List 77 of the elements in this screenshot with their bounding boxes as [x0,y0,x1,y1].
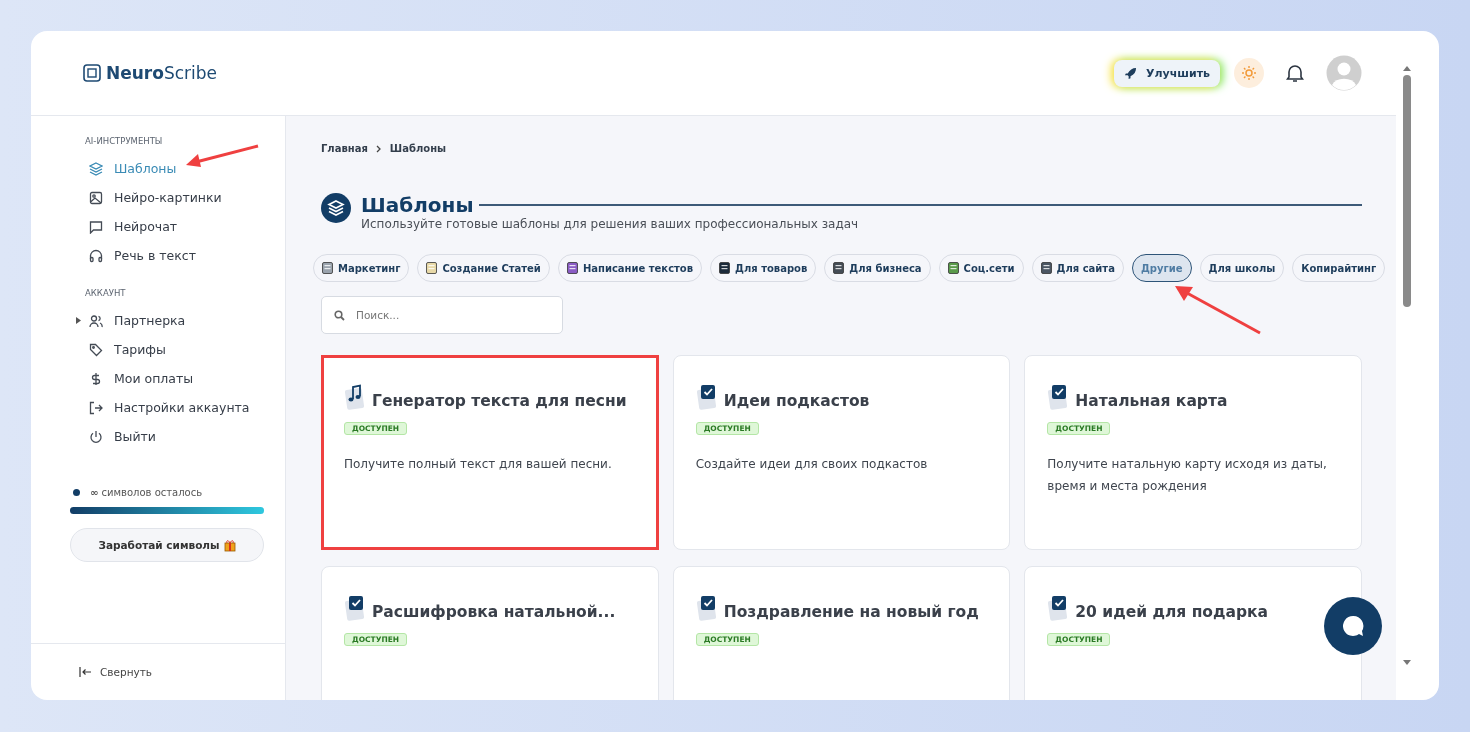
sidebar-item[interactable]: Тарифы [85,335,264,364]
search-field[interactable]: Поиск... [321,296,563,334]
category-tab[interactable]: Копирайтинг [1292,254,1386,282]
category-icon [947,262,959,274]
scroll-up-icon[interactable] [1403,65,1411,71]
theme-toggle-button[interactable] [1234,58,1264,88]
category-tab[interactable]: Маркетинг [313,254,410,282]
checkbox-icon [695,384,718,410]
card-description: Получите полный текст для вашей песни. [344,456,613,473]
category-tab[interactable]: Написание текстов [557,254,703,282]
sidebar-item[interactable]: Мои оплаты [85,364,264,393]
credits-remaining: ∞ символов осталось [90,487,203,498]
sidebar-item[interactable]: Партнерка [85,306,264,335]
sidebar-item[interactable]: Настройки аккаунта [85,393,264,422]
checkbox-icon [695,595,718,621]
layers-icon [89,161,103,176]
checkbox-icon [1047,595,1070,621]
music-note-icon [344,384,366,410]
category-icon [566,262,578,274]
caret-icon[interactable] [76,317,81,324]
card-description: Получите натальную карту исходя из даты, время и места рождения [1047,456,1328,495]
dollar-icon [89,371,103,386]
layers-icon [321,193,351,223]
page-title: Шаблоны [361,193,474,217]
section-heading: АККАУНТ [85,288,127,298]
logo-text: NeuroScribe [106,63,218,83]
category-tab[interactable]: Для школы [1199,254,1285,282]
sidebar-item[interactable]: Выйти [85,422,264,451]
card-title: Идеи подкастов [723,392,870,410]
collapse-sidebar-button[interactable]: Свернуть [31,644,285,700]
headphones-icon [89,248,103,263]
breadcrumb-link[interactable]: Главная [321,143,368,154]
category-icon [322,262,333,274]
scroll-down-icon[interactable] [1403,660,1411,666]
category-tab[interactable]: Для товаров [710,254,817,282]
sidebar-item[interactable]: Шаблоны [85,154,264,183]
chat-icon [89,219,103,234]
upgrade-button[interactable]: Улучшить [1114,59,1220,87]
chevron-right-icon [375,144,382,153]
exit-icon [89,400,103,415]
card-title: Натальная карта [1075,392,1228,410]
image-icon [89,190,103,205]
category-icon [426,262,438,274]
card-title: Поздравление на новый год [723,603,979,621]
card-title: Генератор текста для песни [372,392,627,410]
collapse-icon [79,667,92,677]
sidebar-item[interactable]: Нейро-картинки [85,183,264,212]
card-description: Создайте идеи для своих подкастов [695,456,929,473]
search-icon [334,310,345,321]
category-tab[interactable]: Создание Статей [417,254,550,282]
checkbox-icon [1047,384,1070,410]
category-tab[interactable]: Соц.сети [938,254,1024,282]
page-subtitle: Используйте готовые шаблоны для решения ваших профессиональных задач [361,217,860,231]
sun-icon [1241,65,1257,81]
category-icon [1040,262,1052,274]
logo-icon [83,64,101,82]
rocket-icon [1124,66,1137,80]
category-icon [833,262,845,274]
category-tab[interactable]: Для сайта [1031,254,1124,282]
status-dot-icon [73,489,80,496]
checkbox-icon [344,595,366,621]
scrollbar-thumb[interactable] [1403,75,1411,307]
notification-bell-icon[interactable] [1286,63,1304,83]
sidebar-item[interactable]: Речь в текст [85,241,264,270]
category-icon [719,262,731,274]
breadcrumb-link[interactable]: Шаблоны [389,143,447,154]
earn-credits-button[interactable]: Заработай символы [70,528,264,562]
tag-icon [89,342,103,357]
card-title: 20 идей для подарка [1075,603,1269,621]
category-tab[interactable]: Для бизнеса [824,254,931,282]
users-icon [89,313,103,328]
card-title: Расшифровка натальной... [372,603,616,621]
power-icon [89,429,103,444]
section-heading: AI-ИНСТРУМЕНТЫ [85,136,164,146]
gift-icon [223,538,236,552]
sidebar-item[interactable]: Нейрочат [85,212,264,241]
chat-bubble-icon [1341,614,1365,638]
